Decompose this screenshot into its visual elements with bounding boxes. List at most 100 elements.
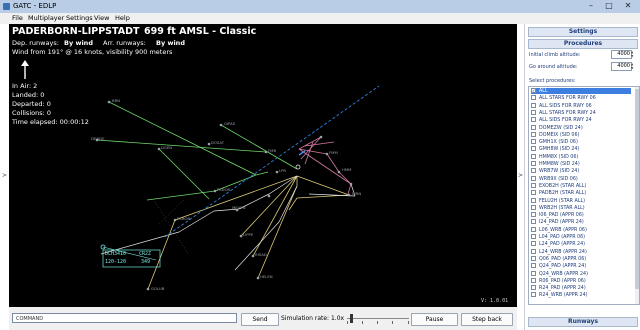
radar-scope[interactable]: BRN GIPAS DENDE DOSAT EXBON GOLUB HMM HE…	[9, 24, 517, 307]
procedures-scrollbar[interactable]	[635, 87, 639, 304]
runways-header[interactable]: Runways	[528, 317, 638, 327]
procedure-item[interactable]: I06_PAD (APPR 06)	[531, 212, 631, 218]
procedure-item[interactable]: ALL STARS FOR RWY 24	[531, 109, 631, 116]
procedure-checkbox[interactable]	[531, 124, 536, 130]
procedure-checkbox[interactable]	[531, 139, 536, 145]
procedure-item[interactable]: ALL STARS FOR RWY 06	[531, 95, 631, 101]
runway-extension	[164, 85, 380, 238]
procedure-item[interactable]: ALL SIDS FOR RWY 24	[531, 117, 631, 123]
procedure-item[interactable]: PADB2H (STAR ALL)	[531, 190, 631, 196]
procedure-checkbox[interactable]	[531, 182, 536, 188]
step-back-button[interactable]: Step back	[461, 313, 513, 326]
left-panel-toggle[interactable]: >	[0, 24, 9, 330]
procedure-item[interactable]: WRB9X (SID 06)	[531, 175, 631, 182]
close-button[interactable]: ✕	[619, 1, 637, 11]
procedures-header[interactable]: Procedures	[528, 39, 638, 49]
procedure-item[interactable]: DOMEZW (SID 24)	[531, 124, 631, 131]
procedure-item[interactable]: Q24_PAD (APPR 24)	[531, 263, 631, 269]
scrollbar-thumb[interactable]	[635, 89, 639, 289]
procedure-item[interactable]: GMH8W (SID 24)	[531, 146, 631, 152]
pause-button[interactable]: Pause	[411, 313, 458, 326]
procedure-item[interactable]: L06_WRB (APPR 06)	[531, 226, 631, 233]
initial-climb-input[interactable]: 4000	[611, 50, 632, 59]
procedure-checkbox[interactable]	[531, 161, 536, 166]
procedure-checkbox[interactable]	[531, 168, 536, 174]
go-around-input[interactable]: 4000	[611, 62, 632, 71]
procedure-item[interactable]: HMM8X (SID 06)	[531, 153, 631, 160]
procedure-item[interactable]: HMM8W (SID 24)	[531, 161, 631, 167]
procedure-checkbox[interactable]	[531, 270, 536, 276]
waypoint-label: FMB	[268, 148, 277, 153]
procedure-item[interactable]: EXOB2H (STAR ALL)	[531, 182, 631, 189]
simulation-rate-slider[interactable]	[347, 313, 409, 324]
app-icon	[3, 3, 10, 10]
procedure-item[interactable]: GMH1X (SID 06)	[531, 139, 631, 145]
procedure-checkbox[interactable]	[531, 234, 536, 239]
waypoint-label: EXBON	[177, 216, 191, 221]
procedure-checkbox[interactable]	[531, 197, 536, 203]
aircraft-2-target[interactable]	[295, 164, 301, 170]
procedure-checkbox[interactable]	[531, 277, 536, 283]
version-label: V: 1.0.01	[481, 298, 509, 304]
menu-file[interactable]: File	[12, 13, 23, 24]
settings-header[interactable]: Settings	[528, 27, 638, 37]
menu-help[interactable]: Help	[115, 13, 130, 24]
procedure-checkbox[interactable]	[531, 117, 536, 123]
procedure-checkbox[interactable]	[531, 109, 536, 115]
send-button[interactable]: Send	[241, 313, 279, 326]
procedure-checkbox[interactable]	[531, 153, 536, 159]
minimize-button[interactable]: –	[583, 1, 599, 11]
procedure-item[interactable]: R06_PAD (APPR 06)	[531, 277, 631, 284]
menu-settings[interactable]: Settings	[66, 13, 93, 24]
procedure-item[interactable]: R24_PAD (APPR 24)	[531, 285, 631, 291]
procedure-item[interactable]: Q24_WRB (APPR 24)	[531, 270, 631, 277]
command-input[interactable]: COMMAND	[12, 313, 237, 323]
procedure-item[interactable]: Q06_PAD (APPR 06)	[531, 255, 631, 262]
procedure-item[interactable]: R24_WRB (APPR 24)	[531, 292, 631, 298]
procedure-item[interactable]: L04_PAD (APPR 06)	[531, 234, 631, 240]
procedure-checkbox[interactable]: ✓	[531, 88, 536, 93]
procedure-checkbox[interactable]	[531, 131, 536, 137]
green-routes	[96, 101, 298, 201]
procedure-checkbox[interactable]	[531, 212, 536, 218]
procedure-checkbox[interactable]	[531, 255, 536, 261]
radar-map	[95, 85, 380, 291]
menu-view[interactable]: View	[94, 13, 109, 24]
procedure-checkbox[interactable]	[531, 226, 536, 232]
procedure-label: WRB9X (SID 06)	[539, 176, 578, 182]
procedure-checkbox[interactable]	[531, 241, 536, 247]
procedure-item[interactable]: WRB7W (SID 24)	[531, 168, 631, 174]
procedure-item[interactable]: WRB2H (STAR ALL)	[531, 204, 631, 211]
right-panel-toggle[interactable]: >	[517, 24, 524, 330]
procedure-checkbox[interactable]	[531, 190, 536, 196]
slider-knob[interactable]	[350, 314, 353, 323]
procedure-label: ALL SIDS FOR RWY 06	[539, 103, 592, 109]
procedure-item[interactable]: L24_WRB (APPR 24)	[531, 248, 631, 255]
procedure-checkbox[interactable]	[531, 95, 536, 101]
procedure-checkbox[interactable]	[531, 102, 536, 108]
initial-climb-stepper[interactable]: ▲ ▼	[631, 50, 635, 59]
procedure-label: DOMEZW (SID 24)	[539, 125, 583, 131]
procedure-checkbox[interactable]	[531, 204, 536, 210]
procedure-label: EXOB2H (STAR ALL)	[539, 183, 587, 189]
procedure-item[interactable]: ✓ ALL	[531, 88, 631, 94]
procedure-checkbox[interactable]	[531, 285, 536, 291]
procedure-item[interactable]: FELU2H (STAR ALL)	[531, 197, 631, 204]
go-around-stepper[interactable]: ▲ ▼	[631, 62, 635, 71]
procedure-item[interactable]: DOMEIX (SID 06)	[531, 131, 631, 138]
maximize-button[interactable]: □	[601, 1, 617, 11]
procedure-checkbox[interactable]	[531, 219, 536, 225]
waypoint-label: GIPAS	[224, 121, 236, 126]
procedure-item[interactable]: ALL SIDS FOR RWY 06	[531, 102, 631, 109]
procedure-label: I06_PAD (APPR 06)	[539, 213, 584, 219]
procedure-checkbox[interactable]	[531, 248, 536, 254]
wind-info: Wind from 191° @ 16 knots, visibility 90…	[12, 48, 173, 56]
procedure-checkbox[interactable]	[531, 292, 536, 298]
procedures-list[interactable]: ✓ ALL ALL STARS FOR RWY 06 ALL SIDS FOR RWY…	[528, 86, 640, 305]
menu-multiplayer[interactable]: Multiplayer	[28, 13, 64, 24]
procedure-checkbox[interactable]	[531, 263, 536, 269]
procedure-item[interactable]: L24_PAD (APPR 24)	[531, 241, 631, 247]
procedure-item[interactable]: I24_PAD (APPR 24)	[531, 219, 631, 225]
procedure-checkbox[interactable]	[531, 175, 536, 181]
procedure-checkbox[interactable]	[531, 146, 536, 152]
